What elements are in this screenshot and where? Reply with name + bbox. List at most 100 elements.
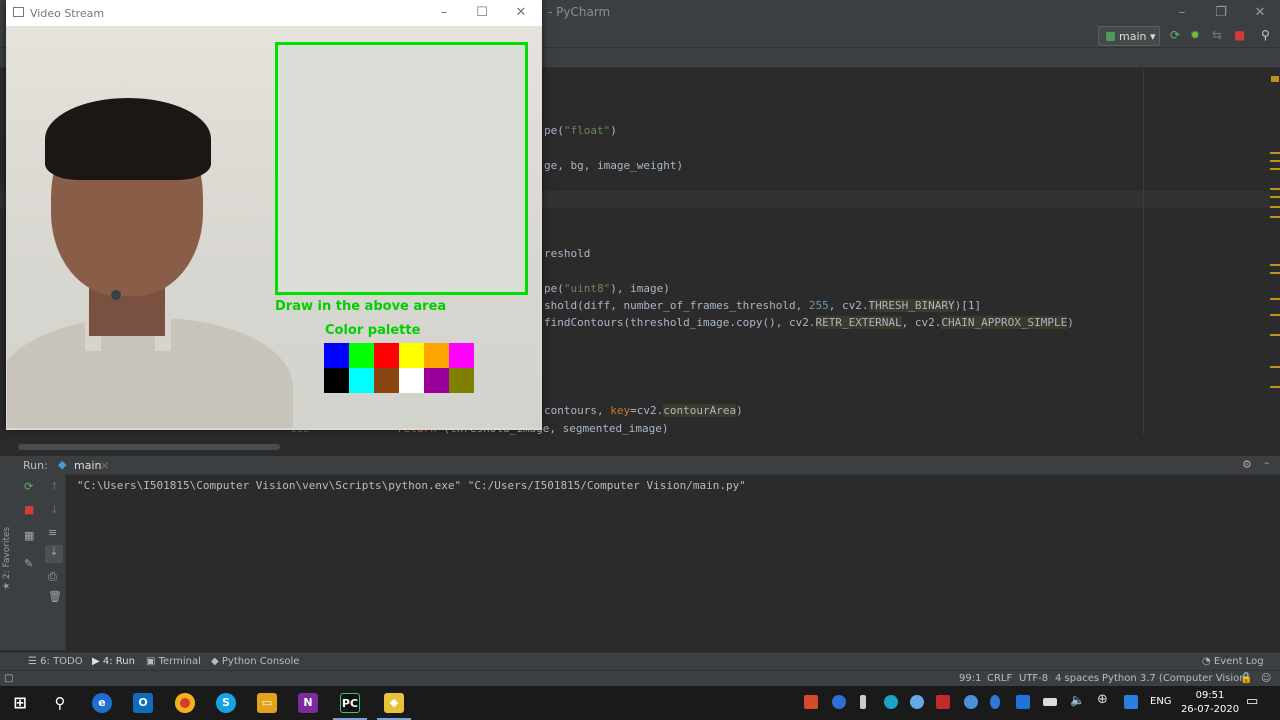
palette-swatch[interactable] <box>424 368 449 393</box>
file-encoding[interactable]: UTF-8 <box>1019 673 1048 684</box>
tray-shield-icon[interactable] <box>964 695 978 709</box>
palette-swatch[interactable] <box>399 343 424 368</box>
run-config-dropdown[interactable]: main ▾ <box>1098 26 1160 46</box>
ide-minimize-icon[interactable]: – <box>1172 3 1192 23</box>
outlook-icon[interactable]: O <box>133 693 153 713</box>
layout-icon[interactable]: ▦ <box>24 529 34 542</box>
debug-icon[interactable]: ✹ <box>1190 28 1200 42</box>
caret-position[interactable]: 99:1 <box>959 673 981 684</box>
favorites-side-tab[interactable]: ★ 2: Favorites <box>2 527 12 590</box>
edge-icon[interactable]: e <box>92 693 112 713</box>
pin-icon[interactable]: ✎ <box>24 557 33 570</box>
tray-network-app-icon[interactable] <box>884 695 898 709</box>
tray-checkbox-icon[interactable] <box>1016 695 1030 709</box>
gutter-marker[interactable] <box>1270 206 1280 208</box>
palette-swatch[interactable] <box>449 368 474 393</box>
palette-swatch[interactable] <box>324 368 349 393</box>
stop-icon[interactable]: ■ <box>1234 28 1245 42</box>
mcafee-icon[interactable] <box>936 695 950 709</box>
tray-security-icon[interactable] <box>1124 695 1138 709</box>
indent-setting[interactable]: 4 spaces <box>1055 673 1099 684</box>
palette-swatch[interactable] <box>374 343 399 368</box>
tab-terminal[interactable]: ▣ Terminal <box>146 656 201 667</box>
line-separator[interactable]: CRLF <box>987 673 1012 684</box>
editor-horizontal-scrollbar[interactable] <box>18 444 280 450</box>
palette-swatch[interactable] <box>324 343 349 368</box>
gutter-marker[interactable] <box>1270 272 1280 274</box>
tab-python-console[interactable]: ◆ Python Console <box>211 656 299 667</box>
search-icon[interactable]: ⚲ <box>50 693 70 713</box>
gutter-marker[interactable] <box>1270 152 1280 154</box>
scroll-to-end-icon[interactable]: ⇣ <box>45 545 63 563</box>
gutter-marker[interactable] <box>1270 188 1280 190</box>
window-app-icon <box>13 7 24 17</box>
gutter-marker[interactable] <box>1270 168 1280 170</box>
gutter-marker[interactable] <box>1270 298 1280 300</box>
lock-icon[interactable]: 🔓 <box>1240 673 1252 684</box>
gutter-marker[interactable] <box>1270 386 1280 388</box>
system-clock[interactable]: 09:51 26-07-2020 <box>1170 689 1250 717</box>
gutter-marker[interactable] <box>1270 264 1280 266</box>
skype-icon[interactable]: S <box>216 693 236 713</box>
gutter-marker[interactable] <box>1270 216 1280 218</box>
settings-gear-icon[interactable]: ⚙ <box>1242 458 1252 471</box>
tray-sync-icon[interactable] <box>832 695 846 709</box>
globe-icon[interactable]: ⊕ <box>1097 692 1111 707</box>
language-indicator[interactable]: ENG <box>1150 696 1172 707</box>
python-app-icon[interactable]: ◆ <box>384 693 404 713</box>
gutter-marker[interactable] <box>1270 334 1280 336</box>
python-interpreter[interactable]: Python 3.7 (Computer Vision) <box>1102 673 1249 684</box>
vs-close-icon[interactable]: ✕ <box>511 3 531 23</box>
vs-minimize-icon[interactable]: – <box>434 3 454 23</box>
inspector-icon[interactable]: ☺ <box>1261 673 1271 684</box>
video-stream-titlebar[interactable]: Video Stream – ☐ ✕ <box>6 0 542 26</box>
tray-app-icon[interactable] <box>804 695 818 709</box>
onenote-icon[interactable]: N <box>298 693 318 713</box>
stop-icon[interactable]: ■ <box>24 503 34 516</box>
console-output-line: "C:\Users\I501815\Computer Vision\venv\S… <box>77 479 746 492</box>
hide-panel-icon[interactable]: – <box>1264 456 1270 469</box>
run-tab-close-icon[interactable]: × <box>100 459 109 472</box>
palette-swatch[interactable] <box>424 343 449 368</box>
palette-swatch[interactable] <box>399 368 424 393</box>
gutter-marker[interactable] <box>1270 314 1280 316</box>
palette-swatch[interactable] <box>349 343 374 368</box>
run-tab-main[interactable]: main <box>74 459 101 472</box>
trash-icon[interactable]: 🗑 <box>48 590 62 603</box>
palette-swatch[interactable] <box>449 343 474 368</box>
status-layout-icon[interactable]: ▢ <box>4 673 13 684</box>
drawing-area[interactable] <box>275 42 528 295</box>
run-console[interactable] <box>0 474 1280 650</box>
pycharm-icon[interactable]: PC <box>340 693 360 713</box>
ide-maximize-icon[interactable]: ❐ <box>1211 3 1231 23</box>
tab-run[interactable]: ▶ 4: Run <box>92 656 135 667</box>
notification-icon[interactable]: ▭ <box>1246 694 1258 709</box>
error-stripe[interactable] <box>1270 68 1280 434</box>
gutter-marker[interactable] <box>1270 366 1280 368</box>
rerun-icon[interactable]: ⟳ <box>1170 28 1180 42</box>
vs-maximize-icon[interactable]: ☐ <box>472 3 492 23</box>
onedrive-icon[interactable] <box>910 695 924 709</box>
gutter-marker[interactable] <box>1270 160 1280 162</box>
palette-swatch[interactable] <box>374 368 399 393</box>
battery-icon[interactable] <box>1043 698 1057 706</box>
microphone-icon[interactable] <box>860 695 866 709</box>
soft-wrap-icon[interactable]: ≡ <box>48 526 57 539</box>
windows-start-icon[interactable]: ⊞ <box>10 693 30 713</box>
coverage-icon[interactable]: ⇆ <box>1212 28 1222 42</box>
rerun-icon[interactable]: ⟳ <box>24 480 33 493</box>
ide-close-icon[interactable]: ✕ <box>1250 3 1270 23</box>
palette-swatch[interactable] <box>349 368 374 393</box>
down-arrow-icon[interactable]: ↓ <box>50 503 59 516</box>
tab-todo[interactable]: ☰ 6: TODO <box>28 656 83 667</box>
search-icon[interactable]: ⚲ <box>1261 28 1270 42</box>
gutter-warning-marker[interactable] <box>1271 76 1279 82</box>
gutter-marker[interactable] <box>1270 196 1280 198</box>
tab-event-log[interactable]: ◔ Event Log <box>1202 656 1264 667</box>
file-explorer-icon[interactable]: ▭ <box>257 693 277 713</box>
volume-icon[interactable]: 🔈 <box>1070 693 1085 707</box>
up-arrow-icon[interactable]: ↑ <box>50 480 59 493</box>
bluetooth-icon[interactable] <box>990 695 1000 709</box>
print-icon[interactable]: ⎙ <box>48 570 57 584</box>
chrome-icon[interactable] <box>175 693 195 713</box>
